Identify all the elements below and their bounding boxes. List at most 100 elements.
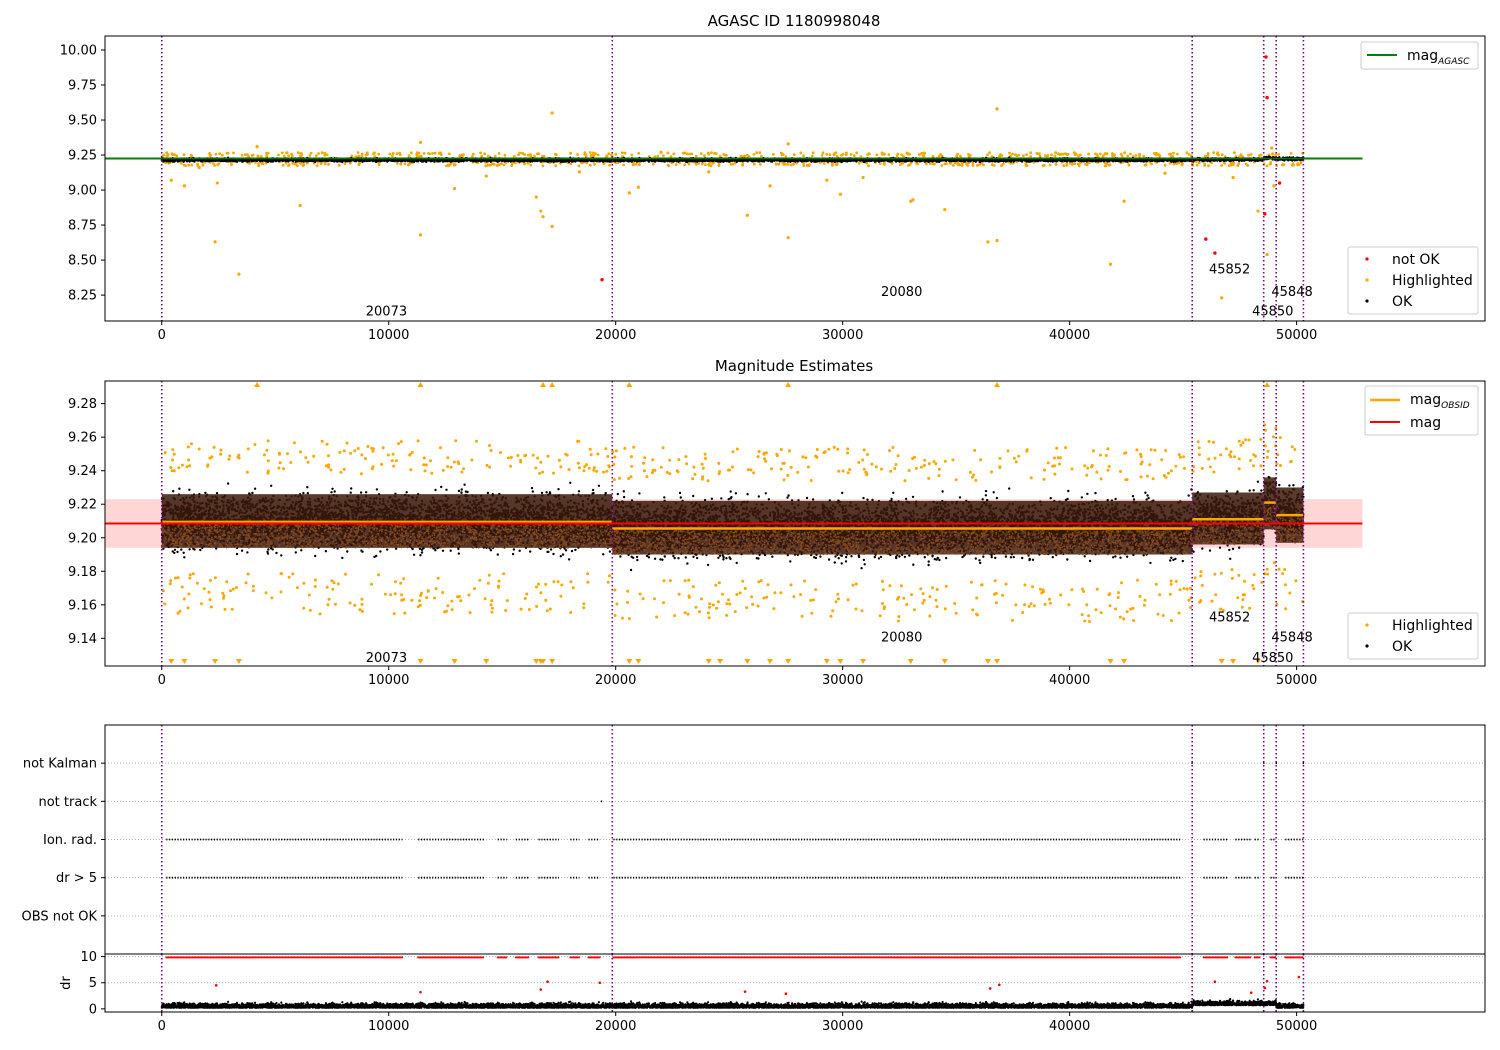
clipped-low-marker: [212, 659, 219, 664]
obsid-label: 20073: [366, 304, 407, 319]
highlighted-point: [943, 208, 947, 212]
highlighted-point: [1108, 262, 1113, 266]
dr-outlier-point: [784, 992, 788, 996]
clipped-high-marker: [417, 382, 424, 387]
clipped-high-marker: [994, 382, 1001, 387]
y-tick-label: 9.18: [68, 565, 97, 580]
highlighted-point: [541, 215, 545, 219]
x-tick-label: 50000: [1276, 1019, 1317, 1034]
legend-mid-highlighted-marker: [1365, 623, 1369, 627]
panel-agasc-title: AGASC ID 1180998048: [708, 12, 881, 30]
x-tick-label: 20000: [595, 328, 636, 343]
x-tick-label: 50000: [1276, 673, 1317, 688]
panel-dr-plot-area: [105, 954, 1485, 1012]
panel-mag-plot-area: 20073 20080 45852 45848 45850: [105, 381, 1363, 666]
legend-mag-agasc: magAGASC: [1360, 41, 1479, 70]
clipped-low-marker: [1107, 659, 1114, 664]
highlighted-point: [838, 192, 842, 196]
obsid-label: 45848: [1271, 285, 1312, 300]
highlighted-point: [452, 187, 457, 191]
highlighted-point: [215, 181, 219, 185]
not-ok-point: [1204, 237, 1208, 241]
highlighted-point: [1265, 252, 1269, 257]
flag-category-label: not track: [38, 795, 97, 810]
obsid-label: 45848: [1271, 631, 1312, 646]
highlighted-point: [995, 238, 999, 243]
clipped-high-marker: [254, 382, 261, 387]
highlighted-point: [255, 145, 259, 149]
obsid-label: 45850: [1252, 304, 1293, 319]
highlighted-point: [825, 178, 829, 182]
obsid-label: 20080: [881, 631, 922, 646]
highlighted-point: [182, 184, 187, 188]
highlighted-point: [213, 240, 217, 244]
highlighted-point: [786, 142, 790, 146]
highlighted-point: [237, 272, 241, 276]
figure: AGASC ID 1180998048 20073 20080 45852 45848…: [22, 12, 1486, 1034]
y-tick-label: 8.50: [68, 254, 97, 269]
highlighted-point: [539, 209, 543, 213]
clipped-low-marker: [451, 659, 458, 664]
x-tick-label: 30000: [822, 673, 863, 688]
clipped-low-marker: [1121, 659, 1128, 664]
y-tick-label: 0: [89, 1002, 97, 1017]
clipped-low-marker: [1230, 659, 1237, 664]
legend-mag-label: mag: [1410, 415, 1441, 431]
highlighted-point: [418, 233, 423, 237]
clipped-high-marker: [549, 382, 556, 387]
dr-ok-points: [160, 997, 1305, 1009]
highlighted-point: [1122, 199, 1126, 203]
highlighted-point: [861, 175, 865, 180]
highlighted-point: [995, 107, 999, 111]
obsid-label: 45850: [1252, 651, 1293, 666]
dr-outlier-point: [419, 990, 422, 994]
y-tick-label: 10: [80, 950, 97, 965]
x-tick-label: 40000: [1049, 328, 1090, 343]
flag-category-label: OBS not OK: [22, 909, 98, 924]
y-tick-label: 10.00: [60, 44, 97, 59]
dr-outlier-point: [598, 981, 602, 985]
clipped-low-marker: [785, 659, 792, 664]
highlighted-point: [1270, 146, 1274, 150]
highlighted-point: [636, 185, 640, 189]
x-tick-label: 0: [158, 328, 166, 343]
panel-dr: 0 5 10 0 10000 20000 30000 40000 50000 dr: [59, 950, 1486, 1034]
x-tick-label: 30000: [822, 1019, 863, 1034]
x-tick-label: 0: [158, 673, 166, 688]
clipped-low-marker: [717, 659, 724, 664]
highlighted-point: [577, 170, 581, 174]
highlighted-point: [1220, 296, 1224, 300]
dr-outlier-point: [539, 988, 543, 991]
panel-mag-x-axis: 0 10000 20000 30000 40000 50000: [158, 666, 1317, 688]
clipped-low-marker: [168, 659, 175, 664]
y-tick-label: 9.20: [68, 531, 97, 546]
legend-highlighted-label: Highlighted: [1392, 273, 1473, 289]
legend-highlighted-marker: [1365, 278, 1369, 282]
dr-outlier-point: [1213, 980, 1217, 983]
highlighted-point: [1272, 184, 1276, 188]
clipped-low-marker: [705, 659, 712, 664]
legend-mid-ok-marker: [1365, 644, 1369, 648]
highlighted-outliers: [169, 107, 1276, 300]
x-tick-label: 20000: [595, 673, 636, 688]
x-tick-label: 0: [158, 1019, 166, 1034]
clipped-high-marker: [785, 382, 792, 387]
highlighted-point: [484, 174, 488, 178]
panel-agasc: AGASC ID 1180998048 20073 20080 45852 45848…: [60, 12, 1486, 343]
clipped-low-marker: [860, 659, 867, 664]
panel-dr-y-axis: 0 5 10: [80, 950, 105, 1017]
highlighted-point: [1256, 209, 1260, 213]
panel-agasc-plot-area: 20073 20080 45852 45848 45850: [105, 36, 1363, 321]
y-tick-label: 9.16: [68, 598, 97, 613]
dr-ok-points-dots: [160, 997, 1305, 1009]
highlighted-point: [1231, 175, 1235, 180]
flag-category-label: dr > 5: [56, 871, 97, 886]
highlighted-point: [1163, 171, 1167, 175]
highlighted-point: [550, 111, 554, 115]
legend-mid-ok-label: OK: [1392, 639, 1413, 655]
x-tick-label: 50000: [1276, 328, 1317, 343]
dr-outlier-point: [743, 990, 747, 993]
dr-outlier-point: [1265, 979, 1269, 983]
dr-outlier-point: [1297, 975, 1301, 979]
x-tick-label: 10000: [368, 328, 409, 343]
